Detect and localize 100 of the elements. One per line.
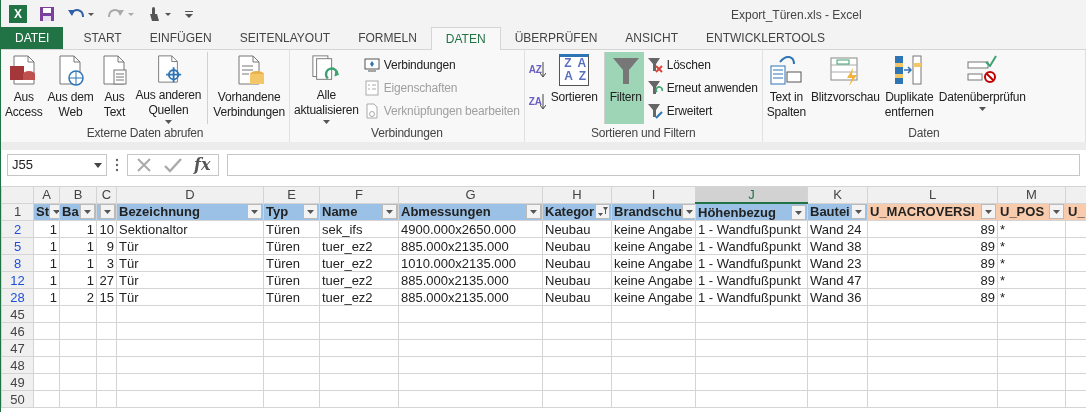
table-cell: 1 [33, 254, 60, 272]
text-to-columns-icon[interactable] [770, 54, 803, 86]
dropdown-icon[interactable] [94, 162, 102, 168]
table-cell: tuer_ez2 [319, 288, 399, 306]
column-header[interactable]: E [263, 186, 320, 203]
ribbon-button[interactable]: Aus dem Web [45, 52, 96, 124]
header-text: St [36, 204, 49, 220]
ribbon-button[interactable]: Erneut anwenden [644, 77, 760, 99]
table-cell: 885.000x2135.000 [398, 288, 543, 306]
dropdown-icon[interactable] [978, 107, 986, 111]
touch-mode-icon[interactable] [147, 5, 173, 22]
column-header[interactable]: I [611, 186, 696, 203]
ribbon-button[interactable]: Aus Access [3, 52, 45, 124]
column-header[interactable]: G [398, 186, 543, 203]
filter-active-icon[interactable] [595, 204, 610, 220]
sort-button[interactable]: AZ [526, 54, 548, 85]
dropdown-icon[interactable] [49, 204, 59, 220]
header-text: Bezeichnung [119, 204, 200, 220]
table-cell: keine Angabe [611, 271, 696, 289]
filter-clear-icon[interactable] [646, 57, 663, 73]
table-cell: Tür [116, 288, 264, 306]
ribbon-button[interactable]: ZA AZ Sortieren [548, 52, 600, 124]
ribbon-tab[interactable]: SEITENLAYOUT [225, 27, 345, 49]
ribbon-tab[interactable]: ÜBERPRÜFEN [500, 27, 612, 49]
ribbon-button[interactable]: Duplikate entfernen [882, 52, 936, 124]
dropdown-icon[interactable] [164, 120, 172, 124]
column-header[interactable]: D [116, 186, 264, 203]
ribbon-button[interactable]: Löschen [644, 54, 760, 76]
ribbon-button[interactable]: Verbindungen [361, 54, 522, 76]
column-header[interactable]: M [997, 186, 1066, 203]
table-cell: Türen [263, 288, 320, 306]
dropdown-icon[interactable] [100, 204, 115, 220]
insert-function-button[interactable]: fx [194, 153, 211, 177]
table-cell: Neubau [542, 288, 612, 306]
table-cell: Neubau [542, 271, 612, 289]
header-text: Ba [62, 204, 79, 220]
table-cell: 2 [59, 288, 97, 306]
table-cell: 4900.000x2650.000 [398, 220, 543, 238]
ribbon-tab[interactable]: DATEI [1, 27, 64, 49]
column-header[interactable]: L [867, 186, 998, 203]
table-cell: Tür [116, 237, 264, 255]
column-header[interactable]: B [59, 186, 97, 203]
dropdown-icon[interactable] [382, 204, 397, 220]
customize-icon[interactable] [185, 8, 193, 19]
excel-logo[interactable]: X [9, 4, 27, 23]
dropdown-icon[interactable] [791, 204, 806, 220]
ribbon-button[interactable]: Blitzvorschau [809, 52, 882, 124]
column-header[interactable]: F [319, 186, 399, 203]
dropdown-icon[interactable] [526, 204, 541, 220]
save-icon[interactable] [39, 5, 55, 22]
column-header[interactable]: H [542, 186, 612, 203]
dropdown-icon[interactable] [851, 204, 866, 220]
table-cell: * [997, 271, 1066, 289]
ribbon-tab[interactable]: ENTWICKLERTOOLS [692, 27, 839, 49]
ribbon-button[interactable]: Erweitert [644, 100, 760, 122]
filter-advanced-icon[interactable] [646, 103, 663, 119]
ribbon-tab[interactable]: DATEN [430, 27, 501, 50]
table-cell: Neubau [542, 220, 612, 238]
connection-icon[interactable] [363, 57, 380, 73]
dropdown-icon[interactable] [80, 204, 95, 220]
dropdown-icon[interactable] [247, 204, 262, 220]
table-cell: Wand 47 [807, 271, 868, 289]
table-cell: 9 [96, 237, 117, 255]
table-cell: Türen [263, 271, 320, 289]
ribbon-tab[interactable]: FORMELN [344, 27, 431, 49]
table-cell: Wand 23 [807, 254, 868, 272]
sort-button[interactable]: ZA [526, 86, 548, 117]
table-cell: 1 - Wandfußpunkt [695, 237, 808, 255]
table-cell: 1 [59, 220, 97, 238]
filter-reapply-icon[interactable] [646, 80, 663, 96]
dropdown-icon[interactable] [681, 204, 695, 220]
dropdown-icon[interactable] [303, 204, 318, 220]
header-text: U_POS [1000, 204, 1045, 220]
ribbon-button[interactable]: Aus Text [96, 52, 133, 124]
header-text: Brandschu [614, 204, 682, 220]
table-cell: Türen [263, 237, 320, 255]
dropdown-icon[interactable] [981, 204, 996, 220]
ribbon-button[interactable]: Datenüberprüfun [936, 52, 1028, 124]
ribbon-button[interactable]: Filtern [603, 52, 644, 124]
column-header[interactable]: J [695, 186, 808, 203]
table-cell: Türen [263, 254, 320, 272]
column-header[interactable]: K [807, 186, 868, 203]
ribbon-tab[interactable]: START [69, 27, 136, 49]
header-text: Abmessungen [401, 204, 491, 220]
name-box[interactable]: J55 [7, 154, 107, 176]
ribbon-tab[interactable]: ANSICHT [611, 27, 692, 49]
group-label: Verbindungen [370, 125, 444, 140]
data-validation-icon[interactable] [966, 54, 999, 86]
column-header[interactable]: A [33, 186, 60, 203]
ribbon-button[interactable]: Text in Spalten [764, 52, 809, 124]
header-text: U_MACROVERSI [870, 204, 975, 220]
formula-input[interactable] [227, 154, 1080, 176]
ribbon-button[interactable]: Alle aktualisieren [292, 52, 361, 124]
ribbon-tab[interactable]: EINFÜGEN [135, 27, 226, 49]
table-cell: 89 [867, 288, 998, 306]
table-cell: 1 [59, 271, 97, 289]
dropdown-icon[interactable] [1049, 204, 1064, 220]
dropdown-icon[interactable] [322, 120, 330, 124]
ribbon-button[interactable]: Vorhandene Verbindungen [207, 52, 287, 124]
ribbon-button[interactable]: Aus anderen Quellen [133, 52, 204, 124]
